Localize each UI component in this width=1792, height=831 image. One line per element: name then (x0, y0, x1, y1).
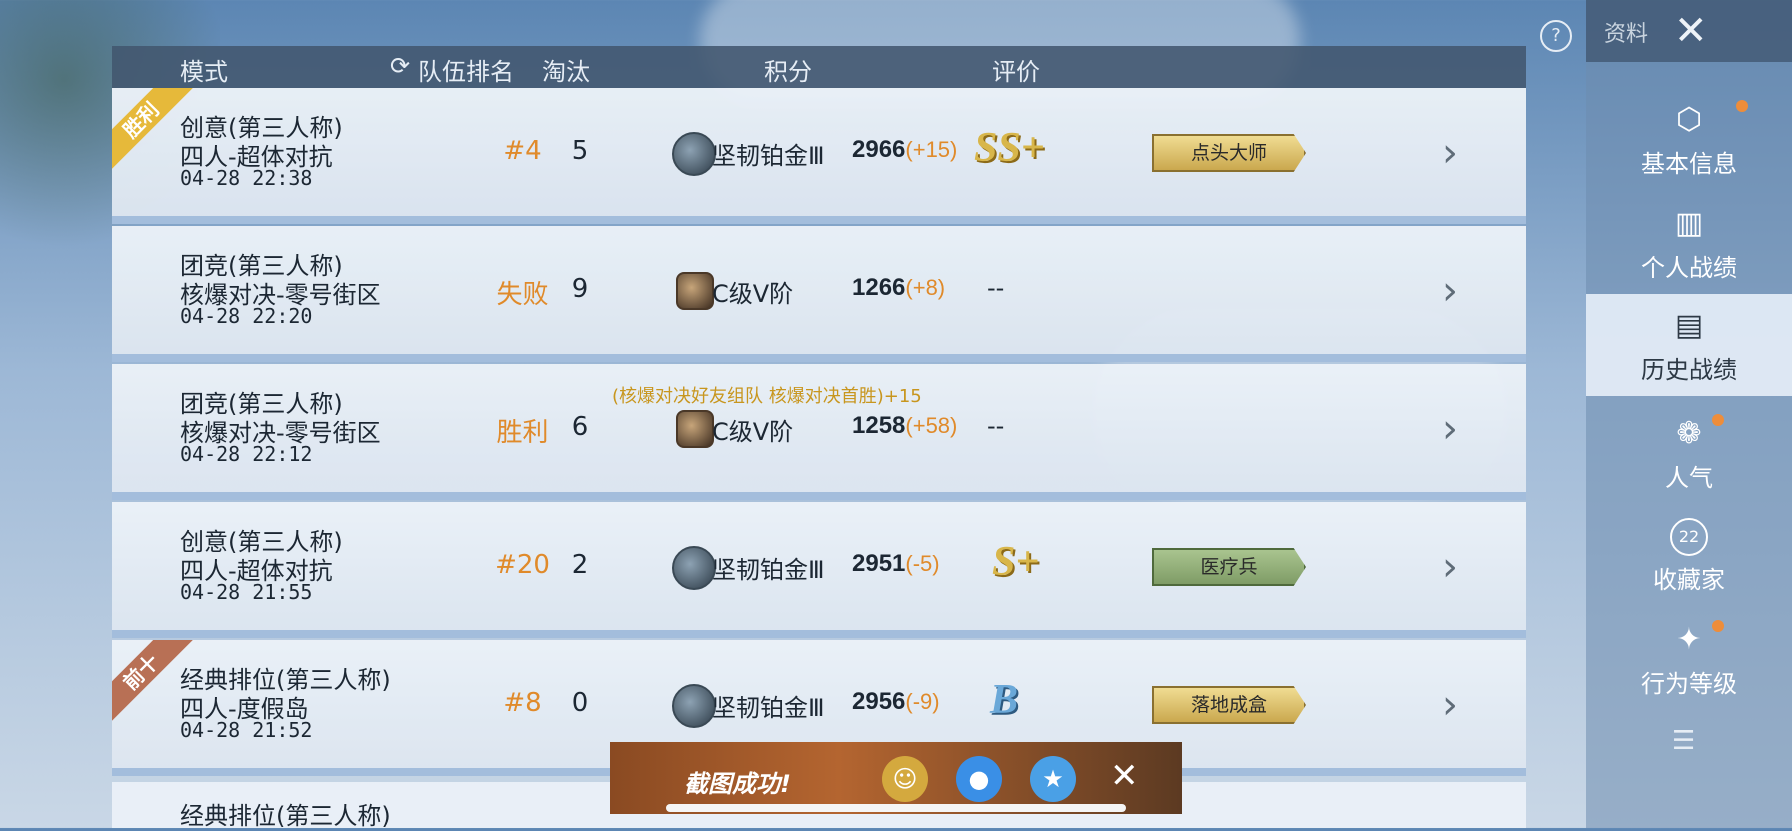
bonus-text: (核爆对决好友组队 核爆对决首胜)+15 (612, 386, 922, 407)
stats-icon: ▥ (1674, 206, 1704, 241)
match-time: 04-28 21:52 (180, 718, 313, 742)
history-icon: ▤ (1674, 308, 1704, 343)
match-time: 04-28 22:12 (180, 442, 313, 466)
profile-icon: ⬡ (1675, 102, 1703, 137)
header-mode: 模式 (180, 58, 228, 86)
elim-count: 9 (571, 274, 589, 304)
notification-dot (1712, 620, 1724, 632)
title-tag: 落地成盒 (1152, 686, 1306, 724)
title-tag: 医疗兵 (1152, 548, 1306, 586)
grade-badge: B (990, 677, 1019, 723)
c-tier-icon (676, 272, 714, 310)
home-indicator[interactable] (666, 804, 1126, 812)
grade-empty: -- (987, 274, 1005, 302)
score-delta: (+15) (905, 137, 958, 162)
score-value: 1258 (852, 412, 906, 439)
sidebar-item-basic-info[interactable]: ⬡ 基本信息 (1586, 100, 1792, 196)
score: 1258(+58) (852, 412, 957, 440)
sidebar-item-label: 基本信息 (1641, 150, 1737, 178)
score: 2966(+15) (852, 136, 957, 164)
grade-badge: S+ (992, 539, 1040, 585)
match-row[interactable]: 团竞(第三人称) 核爆对决-零号街区 04-28 22:12 胜利 6 (核爆对… (112, 364, 1526, 500)
chevron-right-icon[interactable]: › (1442, 544, 1458, 590)
match-row[interactable]: 胜利 创意(第三人称) 四人-超体对抗 04-28 22:38 #4 5 坚韧铂… (112, 88, 1526, 224)
score: 2956(-9) (852, 688, 940, 716)
chevron-right-icon[interactable]: › (1442, 130, 1458, 176)
refresh-icon[interactable]: ⟳ (390, 52, 410, 80)
qzone-share-icon[interactable]: ★ (1030, 756, 1076, 802)
notification-dot (1712, 414, 1724, 426)
c-tier-icon (676, 410, 714, 448)
sidebar-item-collector[interactable]: 22 收藏家 (1586, 518, 1792, 614)
score-value: 2966 (852, 136, 906, 163)
grade-badge: SS+ (974, 125, 1045, 171)
platinum-tier-icon (672, 546, 716, 590)
close-icon[interactable]: ✕ (1110, 756, 1139, 796)
match-time: 04-28 22:20 (180, 304, 313, 328)
elim-count: 6 (571, 412, 589, 442)
title-tag: 点头大师 (1152, 134, 1306, 172)
tier-name: C级Ⅴ阶 (712, 418, 794, 446)
tier-name: 坚韧铂金Ⅲ (712, 556, 825, 584)
match-mode: 经典排位(第三人称) (180, 802, 391, 830)
grade-empty: -- (987, 412, 1005, 440)
platinum-tier-icon (672, 684, 716, 728)
match-time: 04-28 21:55 (180, 580, 313, 604)
match-row[interactable]: 创意(第三人称) 四人-超体对抗 04-28 21:55 #20 2 坚韧铂金Ⅲ… (112, 502, 1526, 638)
table-header: 模式 ⟳ 队伍排名 淘汰 积分 评价 (112, 46, 1526, 88)
score: 1266(+8) (852, 274, 945, 302)
sidebar-item-behavior-level[interactable]: ✦ 行为等级 (1586, 620, 1792, 716)
menu-icon[interactable]: ☰ (1672, 726, 1695, 756)
chevron-right-icon[interactable]: › (1442, 268, 1458, 314)
sidebar: 资料 ✕ ⬡ 基本信息 ▥ 个人战绩 ▤ 历史战绩 ❁ 人气 22 收藏家 ✦ … (1586, 0, 1792, 828)
sidebar-item-label: 个人战绩 (1641, 254, 1737, 282)
notification-dot (1736, 100, 1748, 112)
score-value: 2951 (852, 550, 906, 577)
header-points: 积分 (764, 58, 812, 86)
score-delta: (+58) (905, 413, 958, 438)
sidebar-top-bar: 资料 ✕ (1586, 0, 1792, 62)
sidebar-item-popularity[interactable]: ❁ 人气 (1586, 414, 1792, 510)
tier-name: C级Ⅴ阶 (712, 280, 794, 308)
score: 2951(-5) (852, 550, 940, 578)
collector-icon: 22 (1670, 518, 1708, 556)
help-icon[interactable]: ? (1540, 20, 1572, 52)
header-team-rank: 队伍排名 (418, 58, 514, 86)
sidebar-item-label: 收藏家 (1653, 566, 1725, 594)
tier-name: 坚韧铂金Ⅲ (712, 142, 825, 170)
friend-share-icon[interactable]: ☺ (882, 756, 928, 802)
elim-count: 0 (571, 688, 589, 718)
header-rating: 评价 (992, 58, 1040, 86)
sidebar-item-history[interactable]: ▤ 历史战绩 (1586, 294, 1792, 396)
match-time: 04-28 22:38 (180, 166, 313, 190)
score-delta: (+8) (905, 275, 946, 300)
toast-message: 截图成功! (684, 770, 791, 798)
header-elims: 淘汰 (542, 58, 590, 86)
score-value: 1266 (852, 274, 906, 301)
elim-count: 5 (571, 136, 589, 166)
sidebar-title: 资料 (1604, 22, 1649, 47)
behavior-icon: ✦ (1676, 622, 1702, 657)
popularity-icon: ❁ (1676, 416, 1702, 451)
platinum-tier-icon (672, 132, 716, 176)
sidebar-item-label: 历史战绩 (1641, 356, 1737, 384)
elim-count: 2 (571, 550, 589, 580)
score-delta: (-5) (905, 551, 940, 576)
score-delta: (-9) (905, 689, 940, 714)
close-icon[interactable]: ✕ (1674, 8, 1708, 54)
score-value: 2956 (852, 688, 906, 715)
match-row[interactable]: 团竞(第三人称) 核爆对决-零号街区 04-28 22:20 失败 9 C级Ⅴ阶… (112, 226, 1526, 362)
chevron-right-icon[interactable]: › (1442, 682, 1458, 728)
sidebar-item-label: 行为等级 (1641, 670, 1737, 698)
sidebar-item-personal-stats[interactable]: ▥ 个人战绩 (1586, 204, 1792, 300)
qq-share-icon[interactable]: ● (956, 756, 1002, 802)
tier-name: 坚韧铂金Ⅲ (712, 694, 825, 722)
sidebar-item-label: 人气 (1665, 464, 1713, 492)
chevron-right-icon[interactable]: › (1442, 406, 1458, 452)
